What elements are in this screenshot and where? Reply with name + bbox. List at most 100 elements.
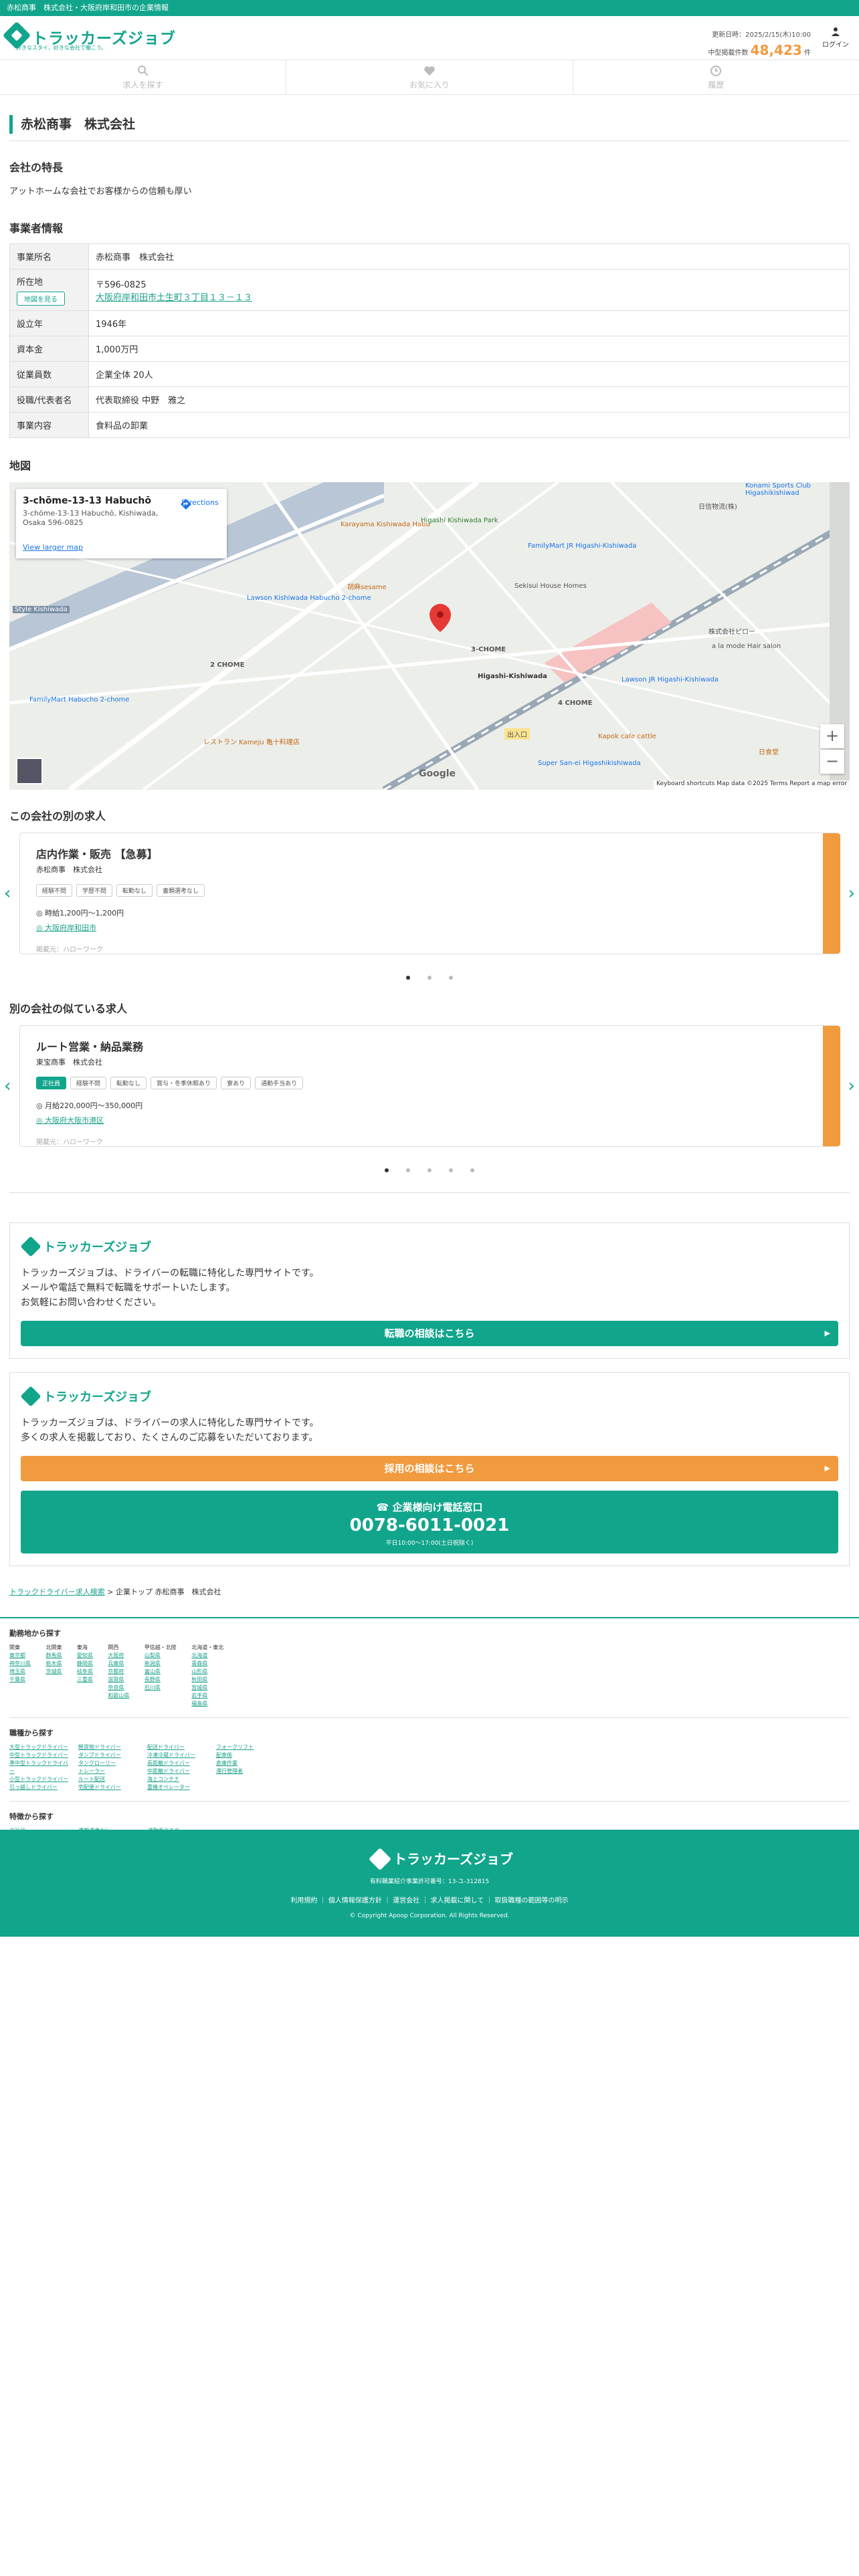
pref-link[interactable]: 和歌山県 xyxy=(108,1692,129,1700)
hiring-consult-button[interactable]: 採用の相談はこちら ▶ xyxy=(21,1456,838,1481)
footer-search-link[interactable]: 中距離ドライバー xyxy=(147,1767,208,1776)
map-attribution[interactable]: Keyboard shortcuts Map data ©2025 Terms … xyxy=(654,780,850,790)
carousel-dot[interactable] xyxy=(427,976,432,980)
job-location[interactable]: ◎ 大阪府岸和田市 xyxy=(36,922,823,933)
job-card[interactable]: ルート営業・納品業務 東宝商事 株式会社 正社員 経験不問 転勤なし 賞与・冬季… xyxy=(19,1025,840,1147)
carousel-dot[interactable] xyxy=(470,1168,474,1172)
footer-search-link[interactable]: 運行管理者 xyxy=(216,1767,277,1776)
row-label: 事業所名 xyxy=(9,243,89,270)
pref-link[interactable]: 山形県 xyxy=(191,1668,223,1676)
pref-link[interactable]: 京都府 xyxy=(108,1668,129,1676)
footer-search-link[interactable]: 宅配便ドライバー xyxy=(78,1784,139,1792)
pref-link[interactable]: 滋賀県 xyxy=(108,1676,129,1684)
pref-link[interactable]: 秋田県 xyxy=(191,1676,223,1684)
map-label: 日食堂 xyxy=(759,749,779,756)
footer-search-link[interactable]: 重機オペレーター xyxy=(147,1784,208,1792)
carousel-prev-icon[interactable]: ‹ xyxy=(4,883,11,903)
employer-promo-box: トラッカーズジョブ トラッカーズジョブは、ドライバーの求人に特化した専門サイトで… xyxy=(9,1372,850,1566)
site-logo[interactable]: トラッカーズジョブ 好きなスタイ、好きな会社で働こう。 xyxy=(2,21,175,52)
footer-search-link[interactable]: 引っ越しドライバー xyxy=(9,1784,70,1792)
view-map-button[interactable]: 地図を見る xyxy=(17,291,65,306)
pref-link[interactable]: 山梨県 xyxy=(145,1652,177,1660)
footer-search-link[interactable]: 大型トラックドライバー xyxy=(9,1743,70,1751)
zoom-in-button[interactable]: + xyxy=(820,724,844,748)
pref-link[interactable]: 群馬県 xyxy=(45,1652,62,1660)
directions-button[interactable]: Directions xyxy=(180,498,220,510)
footer-search-link[interactable]: 配車係 xyxy=(216,1751,277,1759)
pref-link[interactable]: 兵庫県 xyxy=(108,1660,129,1668)
pref-link[interactable]: 富山県 xyxy=(145,1668,177,1676)
footer-search-link[interactable]: 中型トラックドライバー xyxy=(9,1751,70,1759)
footer-search-link[interactable]: 冷凍冷蔵ドライバー xyxy=(147,1751,208,1759)
row-value-cell: 〒596-0825 大阪府岸和田市土生町３丁目１３－１３ xyxy=(88,269,850,311)
carousel-dot[interactable] xyxy=(406,976,410,980)
carousel-next-icon[interactable]: › xyxy=(848,883,855,903)
topbar-text: 赤松商事 株式会社・大阪府岸和田市の企業情報 xyxy=(7,3,169,12)
carousel-dot[interactable] xyxy=(406,1168,410,1172)
pref-link[interactable]: 長野県 xyxy=(145,1676,177,1684)
pref-link[interactable]: 岩手県 xyxy=(191,1692,223,1700)
footer-search-link[interactable]: 倉庫作業 xyxy=(216,1759,277,1767)
footer-search-link[interactable]: タンクローリー xyxy=(78,1759,139,1767)
promo-line: トラッカーズジョブは、ドライバーの転職に特化した専門サイトです。 xyxy=(21,1268,319,1279)
footer-search-link[interactable]: 海上コンテナ xyxy=(147,1776,208,1784)
pref-link[interactable]: 千葉県 xyxy=(9,1676,31,1684)
footer-search-link[interactable]: 長距離ドライバー xyxy=(147,1759,208,1767)
carousel-dot[interactable] xyxy=(449,1168,453,1172)
tab-history[interactable]: 履歴 xyxy=(573,60,859,94)
pref-link[interactable]: 三重県 xyxy=(77,1676,93,1684)
footer-search-link[interactable]: ルート配送 xyxy=(78,1776,139,1784)
embedded-map[interactable]: Karayama Kishiwada Habu Higashi Kishiwad… xyxy=(9,482,850,790)
footer-search-link[interactable]: トレーラー xyxy=(78,1767,139,1776)
row-value: 企業全体 20人 xyxy=(88,361,850,387)
row-value: 代表取締役 中野 雅之 xyxy=(88,387,850,413)
tab-search[interactable]: 求人を探す xyxy=(0,60,287,94)
pref-link[interactable]: 愛知県 xyxy=(77,1652,93,1660)
pref-link[interactable]: 大阪府 xyxy=(108,1652,129,1660)
pref-link[interactable]: 石川県 xyxy=(145,1684,177,1692)
pref-link[interactable]: 静岡県 xyxy=(77,1660,93,1668)
job-card[interactable]: 店内作業・販売 【急募】 赤松商事 株式会社 経験不問 学歴不問 転勤なし 書類… xyxy=(19,833,840,954)
pref-link[interactable]: 福島県 xyxy=(191,1700,223,1708)
carousel-dot[interactable] xyxy=(427,1168,432,1172)
job-location[interactable]: ◎ 大阪府大阪市港区 xyxy=(36,1115,823,1125)
region-col: 北海道・東北 北海道 青森県 山形県 秋田県 宮城県 岩手県 福島県 xyxy=(191,1644,223,1708)
pref-link[interactable]: 宮城県 xyxy=(191,1684,223,1692)
footer-search-link[interactable]: 配送ドライバー xyxy=(147,1743,208,1751)
map-label: Karayama Kishiwada Habu xyxy=(341,521,430,528)
pref-link[interactable]: 神奈川県 xyxy=(9,1660,31,1668)
footer-search-link[interactable]: フォークリフト xyxy=(216,1743,277,1751)
pref-link[interactable]: 新潟県 xyxy=(145,1660,177,1668)
pref-link[interactable]: 岐阜県 xyxy=(77,1668,93,1676)
career-consult-button[interactable]: 転職の相談はこちら ▶ xyxy=(21,1321,838,1346)
footer-links[interactable]: 利用規約 ｜ 個人情報保護方針 ｜ 運営会社 ｜ 求人掲載に関して ｜ 取扱職種… xyxy=(0,1895,859,1905)
login-button[interactable]: ログイン xyxy=(819,27,852,49)
carousel-next-icon[interactable]: › xyxy=(848,1076,855,1096)
carousel-dot[interactable] xyxy=(449,976,453,980)
pref-link[interactable]: 北海道 xyxy=(191,1652,223,1660)
job-tag: 経験不問 xyxy=(36,884,73,897)
carousel-prev-icon[interactable]: ‹ xyxy=(4,1076,11,1096)
pref-link[interactable]: 茨城県 xyxy=(45,1668,62,1676)
carousel-dot[interactable] xyxy=(385,1168,389,1172)
pref-link[interactable]: 栃木県 xyxy=(45,1660,62,1668)
footer-search-link[interactable]: 小型トラックドライバー xyxy=(9,1776,70,1784)
pref-link[interactable]: 青森県 xyxy=(191,1660,223,1668)
footer-search-link[interactable]: ダンプドライバー xyxy=(78,1751,139,1759)
pref-link[interactable]: 埼玉県 xyxy=(9,1668,31,1676)
zoom-out-button[interactable]: − xyxy=(820,750,844,774)
employer-phone-button[interactable]: ☎ 企業様向け電話窓口 0078-6011-0021 平日10:00〜17:00… xyxy=(21,1491,838,1553)
pref-link[interactable]: 東京都 xyxy=(9,1652,31,1660)
promo-logo: トラッカーズジョブ xyxy=(20,1235,155,1262)
location-text: 大阪府岸和田市 xyxy=(45,924,97,932)
footer-logo[interactable]: トラッカーズジョブ xyxy=(363,1846,513,1872)
view-larger-map-link[interactable]: View larger map xyxy=(23,543,83,552)
tab-favorites[interactable]: お気に入り xyxy=(286,60,573,94)
address-link[interactable]: 大阪府岸和田市土生町３丁目１３－１３ xyxy=(96,293,252,303)
footer-search-link[interactable]: 軽貨物ドライバー xyxy=(78,1743,139,1751)
map-label: Super San-ei Higashikishiwada xyxy=(538,760,641,767)
satellite-toggle[interactable] xyxy=(16,758,43,784)
breadcrumb-home[interactable]: トラックドライバー求人検索 xyxy=(9,1588,105,1596)
footer-search-link[interactable]: 準中型トラックドライバー xyxy=(9,1759,70,1776)
pref-link[interactable]: 奈良県 xyxy=(108,1684,129,1692)
